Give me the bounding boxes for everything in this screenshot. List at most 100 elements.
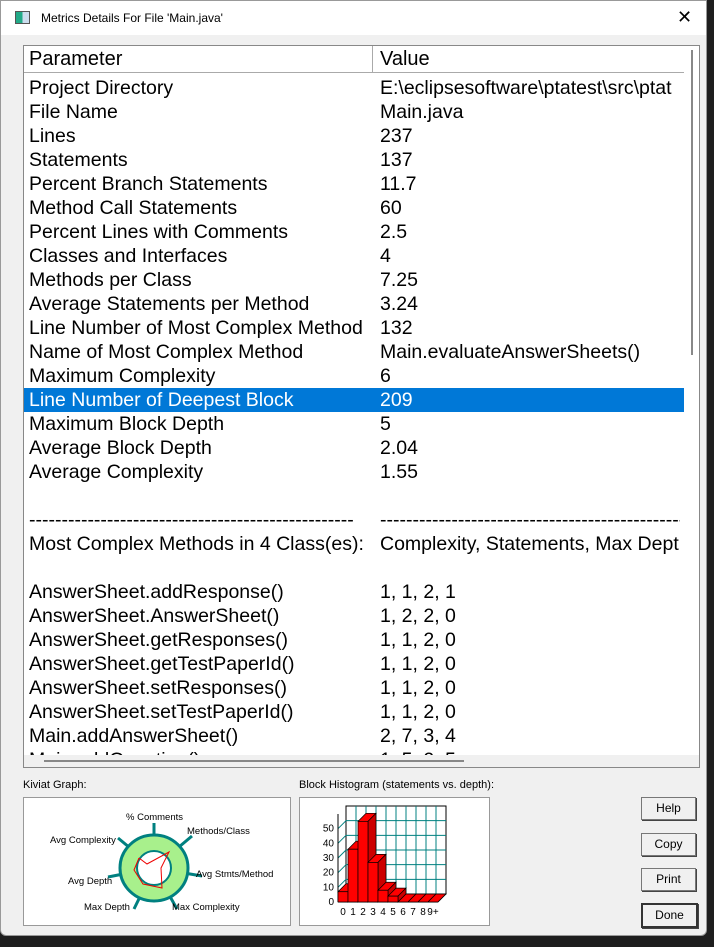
- table-row[interactable]: Maximum Complexity 6: [24, 364, 684, 388]
- metrics-list[interactable]: Parameter Value Project Directory E:\ecli…: [23, 45, 700, 768]
- table-row[interactable]: Most Complex Methods in 4 Class(es): Comp…: [24, 532, 684, 556]
- value-cell: 1.55: [380, 461, 418, 483]
- value-cell: 1, 2, 2, 0: [380, 605, 456, 627]
- table-row[interactable]: Lines 237: [24, 124, 684, 148]
- table-row[interactable]: AnswerSheet.getTestPaperId() 1, 1, 2, 0: [24, 652, 684, 676]
- x-tick-label: 1: [350, 907, 356, 918]
- parameter-cell: ----------------------------------------…: [29, 509, 354, 531]
- column-header-parameter[interactable]: Parameter: [29, 48, 122, 70]
- vertical-scroll-thumb[interactable]: [691, 50, 693, 355]
- parameter-cell: Line Number of Deepest Block: [29, 389, 294, 411]
- table-row[interactable]: Percent Lines with Comments 2.5: [24, 220, 684, 244]
- table-row[interactable]: Methods per Class 7.25: [24, 268, 684, 292]
- table-row[interactable]: Average Complexity 1.55: [24, 460, 684, 484]
- parameter-cell: Name of Most Complex Method: [29, 341, 304, 363]
- x-tick-label: 2: [360, 907, 366, 918]
- print-button[interactable]: Print: [641, 868, 696, 891]
- table-row[interactable]: Main.addAnswerSheet() 2, 7, 3, 4: [24, 724, 684, 748]
- close-icon[interactable]: ✕: [677, 7, 692, 28]
- bar: [357, 820, 369, 903]
- bar: [367, 862, 379, 903]
- metrics-dialog: Metrics Details For File 'Main.java' ✕ P…: [0, 0, 707, 936]
- value-cell: 132: [380, 317, 413, 339]
- table-row[interactable]: ----------------------------------------…: [24, 508, 684, 532]
- parameter-cell: Maximum Block Depth: [29, 413, 225, 435]
- x-tick-label: 6: [400, 907, 406, 918]
- parameter-cell: Average Statements per Method: [29, 293, 310, 315]
- table-row[interactable]: AnswerSheet.getResponses() 1, 1, 2, 0: [24, 628, 684, 652]
- gridline: [337, 864, 347, 874]
- table-row[interactable]: AnswerSheet.addResponse() 1, 1, 2, 1: [24, 580, 684, 604]
- value-cell: 237: [380, 125, 413, 147]
- value-cell: 11.7: [380, 173, 417, 195]
- table-row[interactable]: AnswerSheet.setResponses() 1, 1, 2, 0: [24, 676, 684, 700]
- parameter-cell: AnswerSheet.AnswerSheet(): [29, 605, 280, 627]
- y-tick-label: 10: [323, 882, 335, 893]
- parameter-cell: Maximum Complexity: [29, 365, 216, 387]
- table-row[interactable]: [24, 484, 684, 508]
- x-tick-label: 9+: [427, 907, 439, 918]
- gridline: [337, 834, 347, 844]
- help-button[interactable]: Help: [641, 797, 696, 820]
- value-cell: 3.24: [380, 293, 418, 315]
- table-row[interactable]: Statements 137: [24, 148, 684, 172]
- x-tick-label: 4: [380, 907, 386, 918]
- vertical-scrollbar[interactable]: [686, 46, 698, 758]
- value-cell: 2, 7, 3, 4: [380, 725, 456, 747]
- table-row[interactable]: Classes and Interfaces 4: [24, 244, 684, 268]
- table-row[interactable]: Percent Branch Statements 11.7: [24, 172, 684, 196]
- table-row[interactable]: AnswerSheet.setTestPaperId() 1, 1, 2, 0: [24, 700, 684, 724]
- list-header: Parameter Value: [24, 46, 684, 73]
- x-tick-label: 7: [410, 907, 416, 918]
- parameter-cell: Method Call Statements: [29, 197, 238, 219]
- y-tick-label: 40: [323, 838, 335, 849]
- table-row[interactable]: Project Directory E:\eclipsesoftware\ptat…: [24, 76, 684, 100]
- horizontal-scroll-thumb[interactable]: [44, 760, 464, 762]
- value-cell: 2.5: [380, 221, 408, 243]
- parameter-cell: AnswerSheet.getResponses(): [29, 629, 289, 651]
- table-row[interactable]: Maximum Block Depth 5: [24, 412, 684, 436]
- table-row[interactable]: Average Block Depth 2.04: [24, 436, 684, 460]
- column-divider[interactable]: [372, 46, 373, 72]
- table-row[interactable]: Name of Most Complex Method Main.evaluate…: [24, 340, 684, 364]
- value-cell: E:\eclipsesoftware\ptatest\src\ptat: [380, 77, 672, 99]
- parameter-cell: Project Directory: [29, 77, 174, 99]
- value-cell: 7.25: [380, 269, 418, 291]
- parameter-cell: Statements: [29, 149, 128, 171]
- table-row[interactable]: Line Number of Deepest Block 209: [24, 388, 684, 412]
- block-histogram: 0 10 20 30 40 50 0 1 2 3 4 5 6 7 8 9+: [299, 797, 490, 926]
- x-tick-label: 5: [390, 907, 396, 918]
- parameter-cell: Main.addAnswerSheet(): [29, 725, 239, 747]
- value-cell: 6: [380, 365, 391, 387]
- value-cell: ----------------------------------------…: [380, 509, 680, 531]
- kiviat-axis-label: Methods/Class: [187, 826, 250, 837]
- value-cell: 1, 1, 2, 0: [380, 677, 456, 699]
- done-button[interactable]: Done: [641, 903, 698, 928]
- table-row[interactable]: Method Call Statements 60: [24, 196, 684, 220]
- value-cell: 1, 1, 2, 0: [380, 629, 456, 651]
- value-cell: 4: [380, 245, 391, 267]
- x-tick-label: 8: [420, 907, 426, 918]
- table-row[interactable]: Average Statements per Method 3.24: [24, 292, 684, 316]
- window-title: Metrics Details For File 'Main.java': [41, 11, 223, 25]
- horizontal-scrollbar[interactable]: [24, 755, 699, 767]
- bar: [347, 848, 359, 903]
- parameter-cell: AnswerSheet.setTestPaperId(): [29, 701, 294, 723]
- table-row[interactable]: Line Number of Most Complex Method 132: [24, 316, 684, 340]
- kiviat-label: Kiviat Graph:: [23, 779, 87, 791]
- parameter-cell: AnswerSheet.setResponses(): [29, 677, 287, 699]
- table-row[interactable]: [24, 556, 684, 580]
- table-row[interactable]: AnswerSheet.AnswerSheet() 1, 2, 2, 0: [24, 604, 684, 628]
- kiviat-axis-label: Avg Stmts/Method: [196, 869, 273, 880]
- column-header-value[interactable]: Value: [380, 48, 430, 70]
- y-tick-label: 30: [323, 853, 335, 864]
- parameter-cell: Lines: [29, 125, 76, 147]
- copy-button[interactable]: Copy: [641, 833, 696, 856]
- value-cell: Complexity, Statements, Max Depth, Calls: [380, 533, 680, 555]
- bar: [337, 891, 349, 903]
- kiviat-axis-label: Avg Complexity: [50, 835, 116, 846]
- value-cell: Main.evaluateAnswerSheets(): [380, 341, 641, 363]
- y-tick-label: 20: [323, 868, 335, 879]
- table-row[interactable]: File Name Main.java: [24, 100, 684, 124]
- parameter-cell: Line Number of Most Complex Method: [29, 317, 363, 339]
